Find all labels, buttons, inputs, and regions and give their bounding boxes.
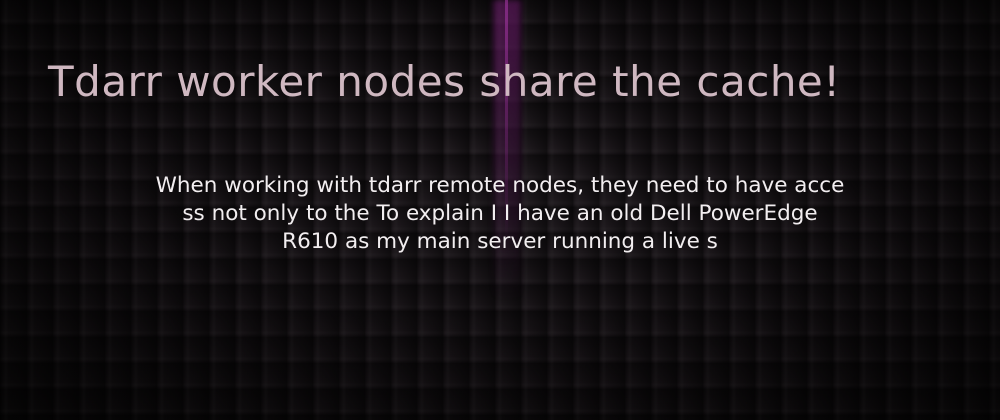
description-line: R610 as my main server running a live s	[282, 229, 718, 254]
article-description: When working with tdarr remote nodes, th…	[60, 172, 940, 256]
article-cover-card: Tdarr worker nodes share the cache! When…	[0, 0, 1000, 420]
description-line: ss not only to the To explain I I have a…	[182, 201, 818, 226]
article-title: Tdarr worker nodes share the cache!	[48, 57, 841, 106]
description-line: When working with tdarr remote nodes, th…	[155, 173, 845, 198]
